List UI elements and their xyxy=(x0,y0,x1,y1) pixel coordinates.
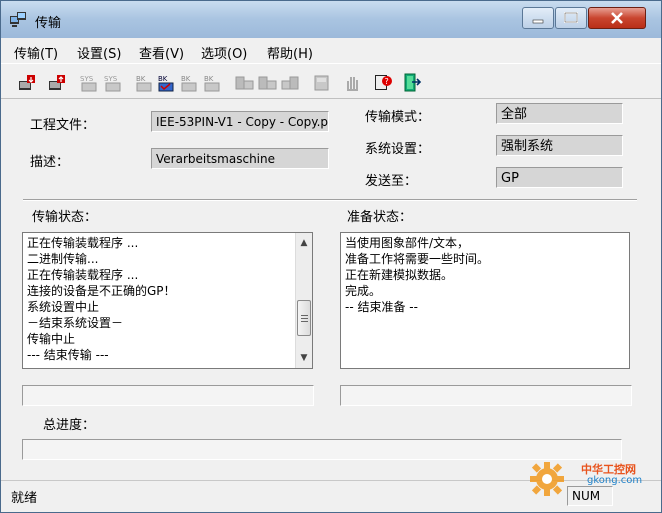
device-icon xyxy=(314,75,329,91)
list-item: 二进制传输... xyxy=(27,252,99,266)
list-item: 传输中止 xyxy=(27,332,76,346)
minimize-button[interactable] xyxy=(522,7,554,29)
svg-text:SYS: SYS xyxy=(80,75,94,83)
scroll-down-arrow-icon[interactable]: ▼ xyxy=(296,350,312,367)
transfer-status-scrollbar[interactable]: ▲ ▼ xyxy=(295,233,312,368)
scroll-up-arrow-icon[interactable]: ▲ xyxy=(296,235,312,252)
grip-line xyxy=(301,321,308,322)
backup-restore-icon: BK xyxy=(204,75,220,92)
transfer-window: 传输 传输(T) 设置(S) 查看(V) 选项(O) 帮助(H) SYS SYS xyxy=(0,0,662,513)
backup-restore-button[interactable]: BK xyxy=(202,72,223,93)
list-item: -- 结束准备 -- xyxy=(345,300,418,314)
list-item: --- 结束传输 --- xyxy=(27,348,109,362)
recipe-download-icon xyxy=(235,76,254,90)
description-label: 描述： xyxy=(30,155,70,170)
maximize-icon xyxy=(564,12,578,23)
minimize-icon xyxy=(532,19,544,24)
description-field: Verarbeitsmaschine xyxy=(151,148,329,169)
device-button[interactable] xyxy=(311,72,332,93)
gear-logo-icon xyxy=(530,462,564,496)
group-divider xyxy=(23,199,637,201)
hand-icon xyxy=(347,77,358,91)
transfer-upload-icon xyxy=(49,75,65,90)
project-file-label: 工程文件： xyxy=(30,118,96,133)
list-item: 准备工作将需要一些时间。 xyxy=(345,252,490,266)
menu-view[interactable]: 查看(V) xyxy=(139,43,184,62)
backup-download-button[interactable]: BK xyxy=(134,72,155,93)
sys-download-icon: SYS xyxy=(80,75,97,92)
project-file-field: IEE-53PIN-V1 - Copy - Copy.p xyxy=(151,111,329,132)
send-to-field: GP xyxy=(496,167,623,188)
transfer-download-icon xyxy=(19,75,35,90)
list-item: 系统设置中止 xyxy=(27,300,100,314)
prep-progress-bar xyxy=(340,385,632,406)
menu-transfer[interactable]: 传输(T) xyxy=(14,43,58,62)
exit-icon xyxy=(404,73,422,92)
prep-status-lines: 当使用图象部件/文本， 准备工作将需要一些时间。 正在新建模拟数据。 完成。 -… xyxy=(345,235,489,315)
maximize-button[interactable] xyxy=(555,7,587,29)
close-button[interactable] xyxy=(588,7,646,29)
svg-text:BK: BK xyxy=(136,75,146,83)
status-text: 就绪 xyxy=(11,491,38,506)
svg-text:BK: BK xyxy=(158,75,168,83)
list-item: 正在传输装载程序 ... xyxy=(27,268,139,282)
menu-options[interactable]: 选项(O) xyxy=(201,43,247,62)
close-icon xyxy=(611,12,623,24)
menu-bar: 传输(T) 设置(S) 查看(V) 选项(O) 帮助(H) xyxy=(1,38,661,62)
sys-download-button[interactable]: SYS xyxy=(79,72,100,93)
list-item: －结束系统设置－ xyxy=(27,316,124,330)
transfer-status-lines: 正在传输装载程序 ... 二进制传输... 正在传输装载程序 ... 连接的设备… xyxy=(27,235,176,363)
recipe-upload-icon xyxy=(258,76,277,90)
total-progress-label: 总进度： xyxy=(43,418,96,433)
grip-line xyxy=(301,318,308,319)
list-item: 正在新建模拟数据。 xyxy=(345,268,454,282)
menu-settings[interactable]: 设置(S) xyxy=(77,43,121,62)
transfer-mode-field: 全部 xyxy=(496,103,623,124)
hand-button[interactable] xyxy=(342,72,363,93)
recipe-compare-icon xyxy=(281,76,299,90)
svg-text:SYS: SYS xyxy=(104,75,118,83)
sys-upload-icon: SYS xyxy=(104,75,121,92)
exit-button[interactable] xyxy=(402,72,423,93)
transfer-upload-button[interactable] xyxy=(47,72,68,93)
transfer-status-list[interactable]: 正在传输装载程序 ... 二进制传输... 正在传输装载程序 ... 连接的设备… xyxy=(22,232,313,369)
backup-verify-icon: BK xyxy=(158,75,174,92)
list-item: 正在传输装载程序 ... xyxy=(27,236,139,250)
send-to-label: 发送至： xyxy=(365,174,418,189)
transfer-download-button[interactable] xyxy=(17,72,38,93)
system-setting-label: 系统设置： xyxy=(365,142,431,157)
backup-download-icon: BK xyxy=(136,75,152,92)
backup-upload-icon: BK xyxy=(181,75,197,92)
toolbar: SYS SYS BK BK BK BK ? xyxy=(1,63,661,99)
transfer-app-icon xyxy=(10,12,26,27)
backup-verify-button[interactable]: BK xyxy=(156,72,177,93)
prep-status-list[interactable]: 当使用图象部件/文本， 准备工作将需要一些时间。 正在新建模拟数据。 完成。 -… xyxy=(340,232,630,369)
recipe-download-button[interactable] xyxy=(234,72,255,93)
svg-text:?: ? xyxy=(385,77,389,86)
watermark-domain: gkong.com xyxy=(587,475,643,486)
help-icon: ? xyxy=(375,75,392,90)
svg-text:BK: BK xyxy=(181,75,191,83)
recipe-compare-button[interactable] xyxy=(280,72,301,93)
recipe-upload-button[interactable] xyxy=(257,72,278,93)
svg-text:BK: BK xyxy=(204,75,214,83)
transfer-mode-label: 传输模式： xyxy=(365,110,431,125)
list-item: 完成。 xyxy=(345,284,382,298)
backup-upload-button[interactable]: BK xyxy=(179,72,200,93)
transfer-progress-bar xyxy=(22,385,314,406)
title-bar[interactable]: 传输 xyxy=(1,1,661,38)
scroll-thumb[interactable] xyxy=(297,300,311,336)
watermark: 中华工控网 gkong.com xyxy=(529,457,657,501)
transfer-status-label: 传输状态： xyxy=(32,210,98,225)
prep-status-label: 准备状态： xyxy=(347,210,413,225)
help-button[interactable]: ? xyxy=(373,72,394,93)
list-item: 连接的设备是不正确的GP！ xyxy=(27,284,176,298)
grip-line xyxy=(301,315,308,316)
menu-help[interactable]: 帮助(H) xyxy=(267,43,313,62)
sys-upload-button[interactable]: SYS xyxy=(103,72,124,93)
system-setting-field: 强制系统 xyxy=(496,135,623,156)
window-title: 传输 xyxy=(35,16,62,31)
list-item: 当使用图象部件/文本， xyxy=(345,236,470,250)
